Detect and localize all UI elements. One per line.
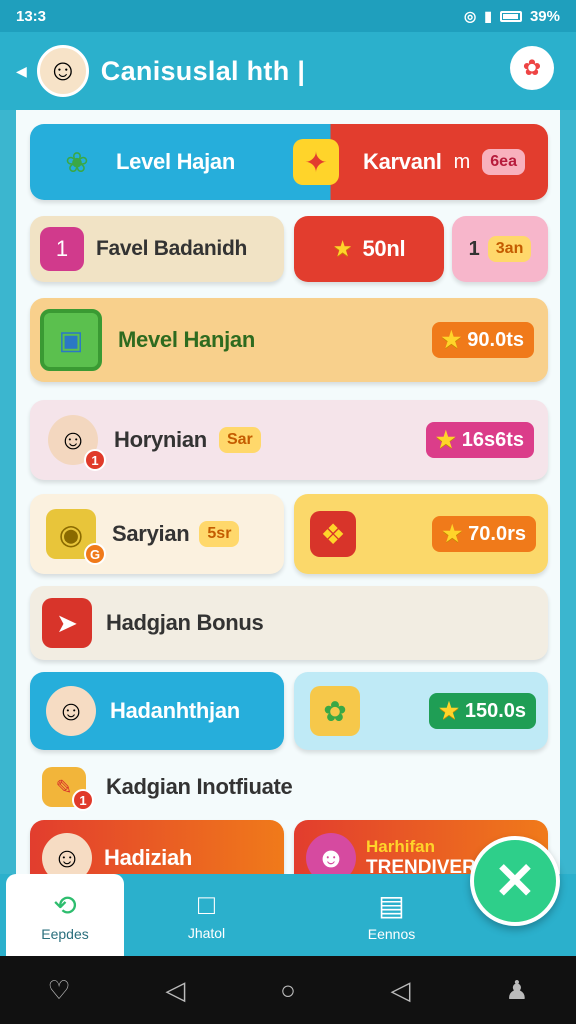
pill-value: 70.0rs [468,522,526,545]
signal-icon: ▮ [484,7,492,24]
nav-item-eennos[interactable]: ▤ Eennos [329,874,454,956]
pill-value: 16s6ts [461,428,524,451]
star-icon: ★ [435,427,456,452]
image-frame-icon: ▣ [40,309,102,371]
plant-icon: ❀ [65,146,89,178]
star-icon: ★ [442,521,463,546]
card-mini-badge: 5sr [199,521,240,547]
gift-box-icon: ❖ [310,511,356,557]
kid-avatar-icon: ☺ [46,686,96,736]
card-hadiziah[interactable]: ☺ Hadiziah [30,820,284,880]
value-pill: ★ 70.0rs [432,516,536,552]
status-time: 13:3 [16,7,47,25]
card-saryian[interactable]: ◉ G Saryian 5sr [30,494,284,574]
card-label: Mevel Hanjan [118,327,256,352]
star-icon: ★ [441,327,462,352]
card-right-badge: 6ea [482,149,525,175]
card-badge: 3an [487,236,532,262]
card-label: Favel Badanidh [96,237,248,260]
close-icon: ✕ [494,853,536,909]
card-num: 1 [468,237,480,260]
nav-label: Jhatol [187,925,226,941]
card-label: Horynian [114,427,207,452]
girl-avatar-icon: ☺ [42,833,92,880]
card-mini-badge: Sar [218,427,261,453]
content-panel[interactable]: ❀ Level Hajan ✦ Karvanl m 6ea 1 Favel Ba… [16,110,560,880]
system-nav-bar: ♡ ◁ ○ ◁ ♟ [0,956,576,1024]
nav-item-eepdes[interactable]: ⟲ Eepdes [6,874,124,956]
battery-level: 39% [529,7,560,25]
profile-icon[interactable]: ♟ [505,975,528,1006]
trending-title: Harhifan [366,837,435,856]
page-title: Canisuslal hth | [100,55,306,86]
card-horynian[interactable]: ☺ 1 Horynian Sar ★ 16s6ts [30,400,548,480]
wifi-icon: ◎ [464,7,477,24]
calendar-icon: 1 [40,227,84,271]
value-pill: ★ 90.0ts [431,322,534,358]
nav-label: Eepdes [41,925,89,942]
nav-label: Eennos [367,925,416,942]
message-icon: ▤ [378,889,405,921]
card-favel[interactable]: 1 Favel Badanidh [30,216,284,282]
status-icons: ◎ ▮ 39% [464,8,560,25]
folder-icon: □ [198,889,215,920]
value-pill: ★ 150.0s [429,693,536,729]
app-header: ◀ ☺ Canisuslal hth | ✿ [0,32,576,110]
heart-icon[interactable]: ♡ [47,975,70,1006]
star-icon: ★ [332,236,353,261]
value-pill: ★ 16s6ts [425,422,534,458]
card-level-hajan[interactable]: ❀ Level Hajan ✦ Karvanl m 6ea [30,124,548,200]
avatar[interactable]: ☺ [36,45,89,97]
recents-icon[interactable]: ◁ [391,975,411,1006]
notification-badge: G [84,543,106,565]
pill-value: 150.0s [464,699,526,722]
battery-icon [499,10,522,22]
status-bar: 13:3 ◎ ▮ 39% [0,0,576,32]
card-label: Level Hajan [116,149,235,174]
card-label: Hadanhthjan [110,698,240,723]
home-circle-icon[interactable]: ○ [280,975,296,1006]
card-label: Saryian [112,521,190,546]
notification-badge: 1 [72,789,94,811]
card-favel-value[interactable]: ★ 50nl [294,216,444,282]
coin-stack-icon: ◉ G [46,509,106,565]
list-item-kadgian[interactable]: ✎ 1 Kadgian Inotfiuate [42,762,548,812]
card-hadanhthjan[interactable]: ☺ Hadanhthjan [30,672,284,750]
card-value: 50nl [362,236,406,261]
card-right-num: m [453,150,471,173]
card-hadanhthjan-value[interactable]: ✿ ★ 150.0s [294,672,548,750]
card-hadgjan-bonus[interactable]: ➤ Hadgjan Bonus [30,586,548,660]
home-icon: ⟲ [53,889,77,921]
close-fab-button[interactable]: ✕ [470,836,560,926]
card-label: Hadgjan Bonus [106,610,264,635]
card-favel-extra[interactable]: 1 3an [452,216,548,282]
monster-icon: ☻ [306,833,356,880]
card-label: Hadiziah [104,845,193,870]
back-arrow-icon[interactable]: ◀ [16,63,27,80]
back-triangle-icon[interactable]: ◁ [165,975,185,1006]
card-right-label: Karvanl [362,149,442,174]
card-mevel[interactable]: ▣ Mevel Hanjan ★ 90.0ts [30,298,548,382]
gift-box-icon: ✦ [292,139,339,185]
ticket-icon: ✎ 1 [42,767,94,811]
notification-badge: 1 [84,449,106,471]
basket-icon: ✿ [310,686,360,736]
boy-avatar-icon: ☺ 1 [48,415,106,471]
mascot-icon[interactable]: ✿ [510,46,554,90]
card-label: Kadgian Inotfiuate [106,774,293,799]
pill-value: 90.0ts [467,328,524,351]
arrow-card-icon: ➤ [42,598,92,648]
nav-item-jhatol[interactable]: □ Jhatol [144,874,269,956]
trending-text: Harhifan TRENDIVERI [366,837,481,879]
card-saryian-value[interactable]: ❖ ★ 70.0rs [294,494,548,574]
star-icon: ★ [439,698,459,723]
